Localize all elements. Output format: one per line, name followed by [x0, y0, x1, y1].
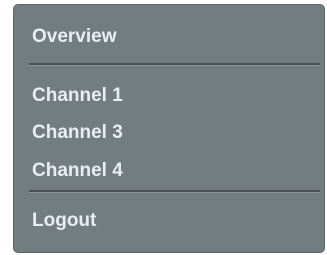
menu-item-logout[interactable]: Logout	[32, 210, 96, 232]
menu-item-channel-4[interactable]: Channel 4	[32, 160, 123, 182]
menu-divider	[29, 63, 320, 66]
menu-item-channel-3[interactable]: Channel 3	[32, 122, 123, 144]
dropdown-menu: Overview Channel 1 Channel 3 Channel 4 L…	[13, 4, 325, 253]
menu-divider	[29, 190, 320, 193]
menu-item-overview[interactable]: Overview	[32, 26, 117, 48]
menu-item-channel-1[interactable]: Channel 1	[32, 85, 123, 107]
